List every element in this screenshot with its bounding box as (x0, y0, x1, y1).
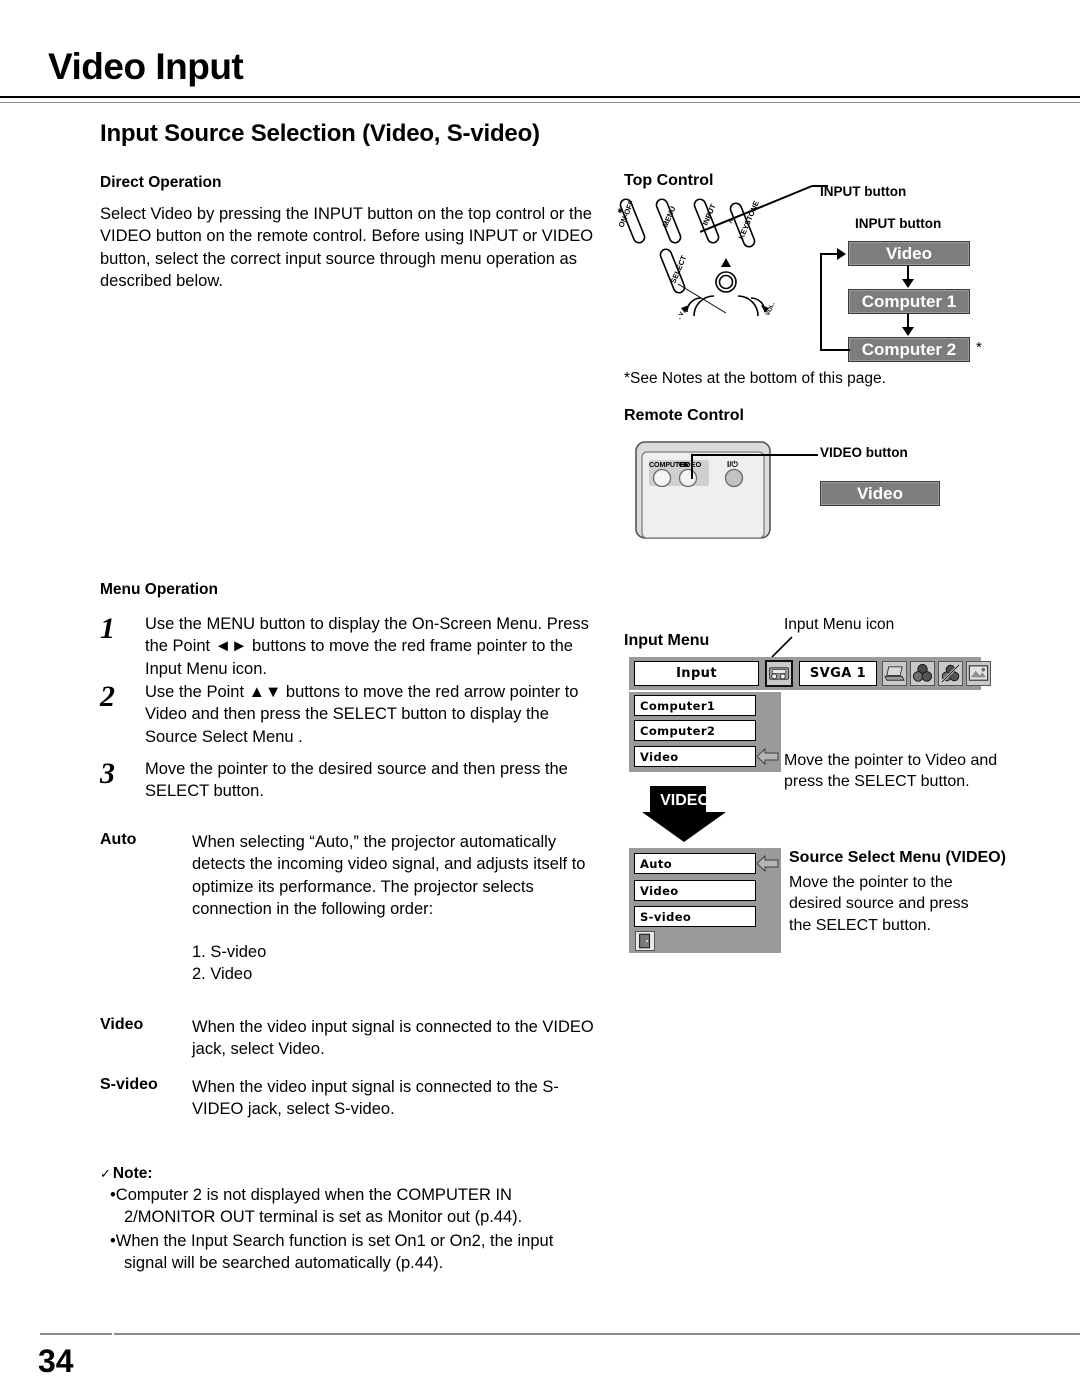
osd-source-item-video[interactable]: Video (634, 880, 756, 901)
flow-arrow-2-line (907, 314, 909, 328)
flow-loop-head (837, 248, 846, 260)
remote-flow-box-video: Video (820, 481, 940, 506)
header-rule-thick (0, 96, 1080, 98)
flow-loop-top (820, 253, 838, 255)
remote-control-heading: Remote Control (624, 407, 744, 424)
pointer-arrow-icon (757, 747, 779, 766)
note-item: •Computer 2 is not displayed when the CO… (110, 1186, 523, 1226)
input-menu-heading: Input Menu (624, 632, 710, 649)
flow-arrow-1-line (907, 266, 909, 280)
flow-asterisk: * (976, 339, 982, 356)
page-number: 34 (38, 1343, 74, 1379)
footer-rule (40, 1333, 1080, 1335)
svg-text:VOL.: VOL. (765, 301, 776, 317)
header-rule-thin (0, 102, 1080, 103)
definition-term: S-video (100, 1076, 158, 1093)
pointer-arrow-icon (757, 854, 779, 873)
definition-term: Auto (100, 831, 137, 848)
definition-list-item: 1. S-video (192, 942, 267, 961)
menu-operation-heading: Menu Operation (100, 581, 218, 598)
osd-source-item-auto[interactable]: Auto (634, 853, 756, 874)
step-number: 2 (100, 680, 115, 713)
step-number: 1 (100, 612, 115, 645)
footer-rule-gap (112, 1333, 114, 1397)
screen-adjust-icon[interactable] (938, 661, 963, 686)
source-select-heading: Source Select Menu (VIDEO) (789, 849, 1006, 866)
definition-auto: Auto When selecting “Auto,” the projecto… (100, 831, 600, 986)
video-down-arrow: VIDEO (642, 786, 726, 842)
menu-step-2: 2 Use the Point ▲▼ buttons to move the r… (100, 681, 600, 748)
definition-term: Video (100, 1016, 144, 1033)
definition-body: When the video input signal is connected… (192, 1018, 594, 1059)
note-heading: ✓ Note: (100, 1165, 580, 1183)
flow-box-computer-2: Computer 2 (848, 337, 970, 362)
flow-arrow-1-head (902, 279, 914, 288)
callout-input-menu-icon: Input Menu icon (784, 616, 895, 633)
video-arrow-label: VIDEO (660, 792, 710, 809)
definition-text: When selecting “Auto,” the projector aut… (192, 833, 586, 919)
computer-adjust-icon[interactable] (882, 661, 907, 686)
note-heading-label: Note: (112, 1165, 153, 1182)
osd-list-item-video[interactable]: Video (634, 746, 756, 767)
step-number: 3 (100, 757, 115, 790)
flow-loop-bottom (820, 349, 850, 351)
page-title: Video Input (48, 46, 244, 87)
flow-box-computer-1: Computer 1 (848, 289, 970, 314)
input-menu-icon-leader (771, 636, 793, 658)
definition-list-item: 2. Video (192, 965, 253, 984)
definition-body: When the video input signal is connected… (192, 1078, 559, 1119)
flow-box-video: Video (848, 241, 970, 266)
osd-source-item-s-video[interactable]: S-video (634, 906, 756, 927)
definition-body: When selecting “Auto,” the projector aut… (192, 831, 600, 986)
note-item: •When the Input Search function is set O… (110, 1231, 554, 1272)
section-title: Input Source Selection (Video, S-video) (100, 120, 540, 147)
step-text: Use the MENU button to display the On-Sc… (145, 615, 589, 678)
callout-input-button: INPUT button (820, 184, 907, 199)
direct-operation-heading: Direct Operation (100, 174, 222, 191)
video-button-leader (691, 454, 818, 479)
input-button-leader (700, 185, 828, 233)
color-adjust-icon[interactable] (910, 661, 935, 686)
input-menu-instruction: Move the pointer to Video and press the … (784, 752, 998, 791)
input-menu-icon[interactable] (765, 660, 793, 687)
definition-s-video: S-video When the video input signal is c… (100, 1076, 600, 1121)
menu-step-1: 1 Use the MENU button to display the On-… (100, 613, 600, 680)
quit-icon[interactable] (635, 931, 655, 951)
source-select-instruction: Move the pointer to the desired source a… (789, 874, 969, 934)
label-menu: MENU (661, 205, 678, 229)
osd-mode-field[interactable]: SVGA 1 (799, 661, 877, 686)
note-block: ✓ Note: •Computer 2 is not displayed when… (100, 1165, 580, 1275)
label-select: SELECT (669, 254, 689, 285)
osd-input-title[interactable]: Input (634, 661, 759, 686)
flow-loop-vertical (820, 253, 822, 350)
menu-step-3: 3 Move the pointer to the desired source… (100, 758, 600, 803)
direct-operation-body: Select Video by pressing the INPUT butto… (100, 205, 594, 291)
flow-label-input-button: INPUT button (855, 216, 942, 231)
definition-video: Video When the video input signal is con… (100, 1016, 600, 1061)
top-control-footnote: *See Notes at the bottom of this page. (624, 370, 886, 387)
step-text: Use the Point ▲▼ buttons to move the red… (145, 683, 579, 746)
step-text: Move the pointer to the desired source a… (145, 760, 568, 801)
osd-list-item-computer1[interactable]: Computer1 (634, 695, 756, 716)
setting-icon[interactable] (966, 661, 991, 686)
callout-video-button: VIDEO button (820, 445, 908, 460)
flow-arrow-2-head (902, 327, 914, 336)
definition-list: 1. S-video 2. Video (192, 941, 600, 986)
check-icon: ✓ (100, 1166, 111, 1181)
osd-list-item-computer2[interactable]: Computer2 (634, 720, 756, 741)
